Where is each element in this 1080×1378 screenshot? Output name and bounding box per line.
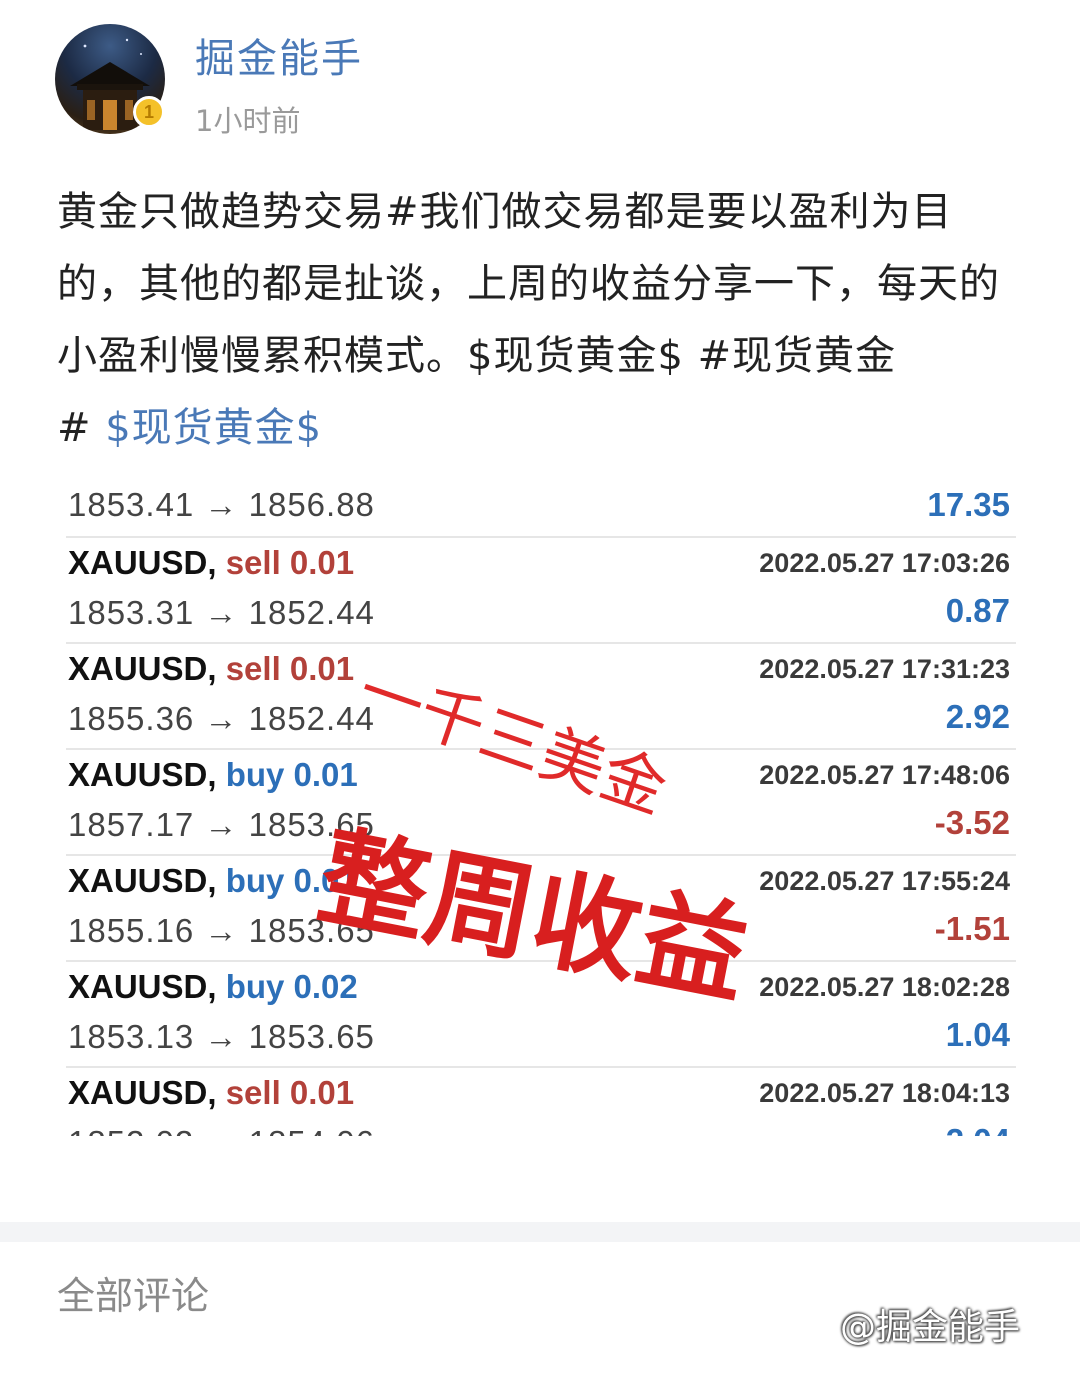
trade-row: XAUUSD, sell 0.01 2022.05.27 18:04:13 1852… (66, 1068, 1016, 1136)
trade-prices: 1852.02 → 1854.06 (68, 1124, 375, 1136)
trade-datetime: 2022.05.27 17:03:26 (759, 548, 1010, 578)
trade-symbol: XAUUSD, (68, 1074, 217, 1111)
trade-prices: 1853.31 → 1852.44 (68, 594, 375, 631)
trade-symbol-line: XAUUSD, buy 0.01 (68, 862, 358, 900)
trade-side: buy 0.02 (225, 968, 358, 1005)
trade-symbol: XAUUSD, (68, 650, 217, 687)
trade-symbol-line: XAUUSD, sell 0.01 (68, 650, 354, 688)
trade-side: buy 0.01 (225, 756, 358, 793)
trade-symbol-line: XAUUSD, sell 0.01 (68, 544, 354, 582)
trade-side: sell 0.01 (225, 1074, 355, 1111)
trade-profit: -1.51 (934, 910, 1010, 947)
trade-row-partial: 1853.41 → 1856.88 17.35 (66, 478, 1016, 538)
trade-profit: -3.52 (934, 804, 1010, 841)
post-body: 黄金只做趋势交易#我们做交易都是要以盈利为目的，其他的都是扯谈，上周的收益分享一… (57, 176, 1017, 464)
trade-datetime: 2022.05.27 17:31:23 (759, 654, 1010, 684)
author-name[interactable]: 掘金能手 (195, 26, 363, 84)
level-badge: 1 (133, 96, 165, 128)
watermark: @掘金能手 (840, 1307, 1021, 1348)
author-avatar[interactable]: 1 (55, 24, 165, 134)
section-divider (0, 1222, 1080, 1242)
trade-prices: 1853.13 → 1853.65 (68, 1018, 375, 1055)
trade-prices: 1853.41 → 1856.88 (68, 486, 375, 523)
trade-symbol-line: XAUUSD, sell 0.01 (68, 1074, 354, 1112)
post-text-main: 黄金只做趋势交易#我们做交易都是要以盈利为目的，其他的都是扯谈，上周的收益分享一… (57, 189, 1000, 379)
trade-profit: 2.92 (945, 698, 1010, 735)
trade-datetime: 2022.05.27 18:04:13 (759, 1078, 1010, 1108)
trade-profit: 2.04 (946, 1122, 1010, 1136)
trade-symbol-line: XAUUSD, buy 0.02 (68, 968, 358, 1006)
trade-symbol-line: XAUUSD, buy 0.01 (68, 756, 358, 794)
trade-profit: 1.04 (945, 1016, 1010, 1053)
trade-symbol: XAUUSD, (68, 968, 217, 1005)
trade-symbol: XAUUSD, (68, 544, 217, 581)
trade-row: XAUUSD, sell 0.01 2022.05.27 17:03:26 1853… (66, 538, 1016, 644)
trade-datetime: 2022.05.27 17:55:24 (759, 866, 1010, 896)
trade-history-screenshot: 1853.41 → 1856.88 17.35 XAUUSD, sell 0.0… (66, 478, 1016, 1136)
trade-side: sell 0.01 (225, 650, 355, 687)
trade-profit: 0.87 (945, 592, 1010, 629)
trade-side: sell 0.01 (225, 544, 355, 581)
trade-datetime: 2022.05.27 18:02:28 (759, 972, 1010, 1002)
trade-datetime: 2022.05.27 17:48:06 (759, 760, 1010, 790)
post-time: 1小时前 (195, 104, 301, 138)
all-comments-title[interactable]: 全部评论 (57, 1265, 209, 1320)
trade-symbol: XAUUSD, (68, 862, 217, 899)
trade-symbol: XAUUSD, (68, 756, 217, 793)
trade-profit: 17.35 (927, 486, 1010, 523)
topic-link[interactable]: $现货黄金$ (105, 405, 322, 451)
trade-prices: 1855.36 → 1852.44 (68, 700, 375, 737)
post-text-hash: # (57, 405, 106, 451)
